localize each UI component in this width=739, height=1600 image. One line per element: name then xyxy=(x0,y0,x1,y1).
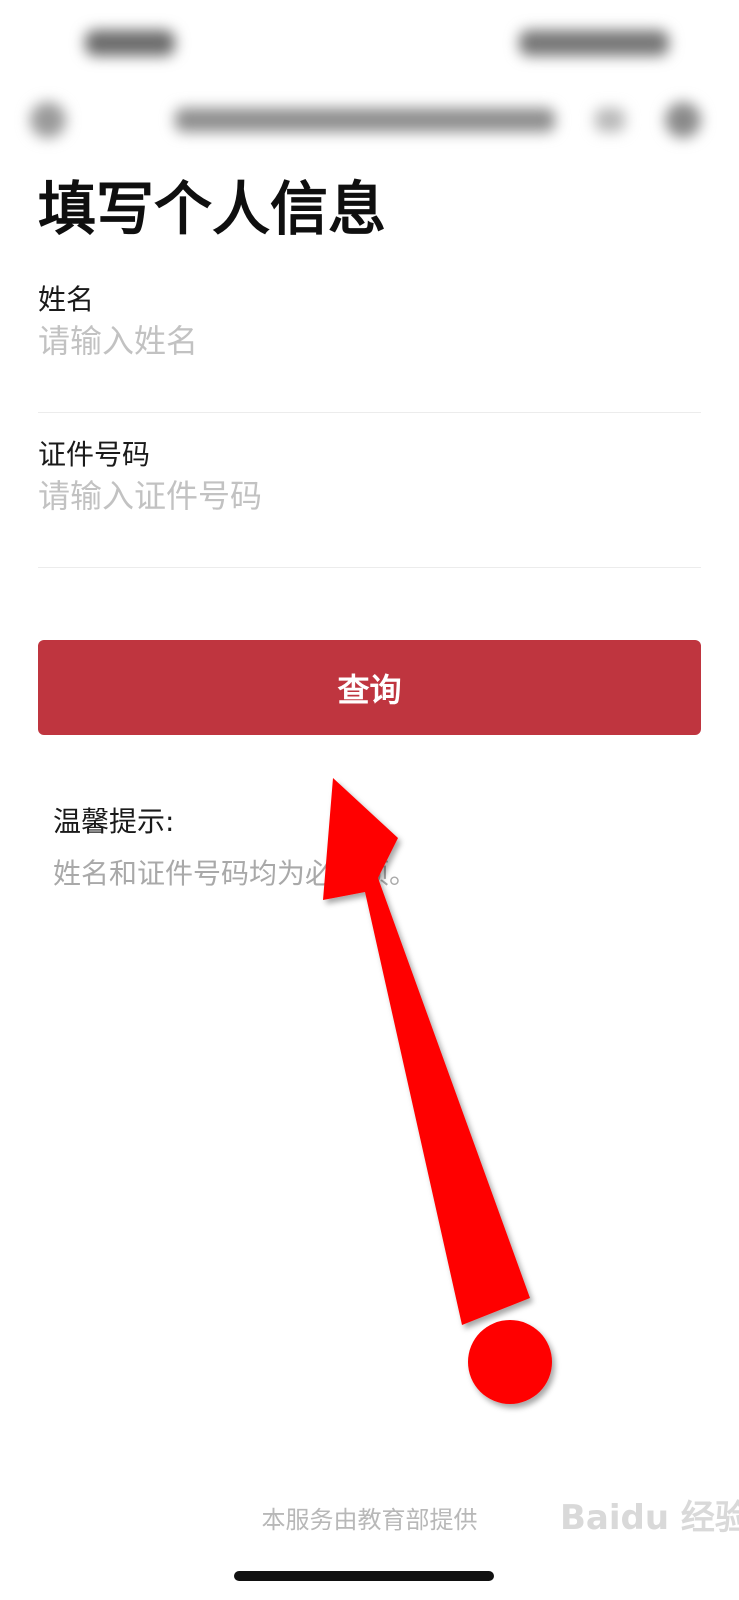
id-label: 证件号码 xyxy=(38,438,151,471)
status-indicators xyxy=(519,30,669,56)
tip-title: 温馨提示: xyxy=(53,805,175,838)
nav-title xyxy=(175,108,555,132)
query-button[interactable]: 查询 xyxy=(38,640,701,735)
page-title: 填写个人信息 xyxy=(38,175,387,243)
tip-text: 姓名和证件号码均为必填项。 xyxy=(53,857,418,890)
status-time xyxy=(85,30,175,56)
id-field: 证件号码 xyxy=(38,433,701,568)
baidu-watermark: Baidu 经验 xyxy=(560,1498,739,1538)
name-input[interactable] xyxy=(38,316,698,366)
more-icon[interactable] xyxy=(595,108,625,132)
close-icon[interactable] xyxy=(665,102,701,138)
id-number-input[interactable] xyxy=(38,471,698,521)
arrow-dot xyxy=(468,1320,552,1404)
back-icon[interactable] xyxy=(30,102,66,138)
home-indicator xyxy=(234,1571,494,1581)
nav-bar xyxy=(0,90,739,150)
status-bar xyxy=(0,0,739,90)
name-field: 姓名 xyxy=(38,278,701,413)
name-label: 姓名 xyxy=(38,283,95,316)
